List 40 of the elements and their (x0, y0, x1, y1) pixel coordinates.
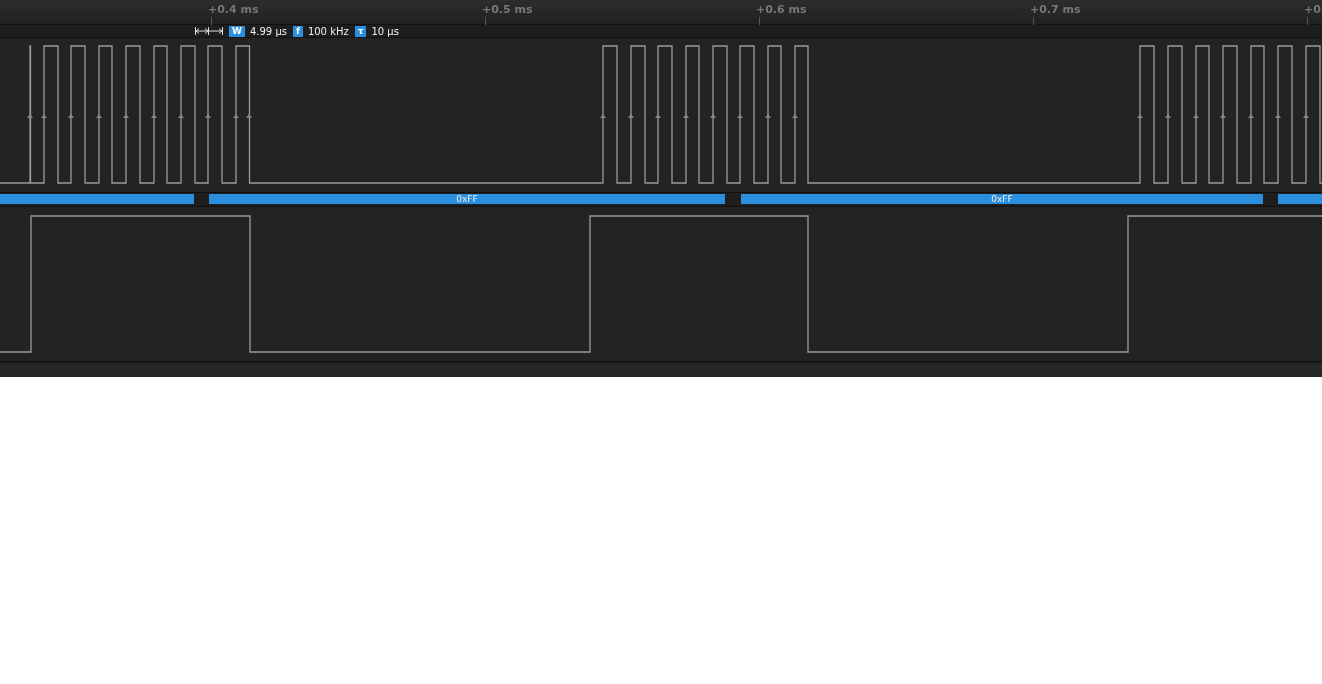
edge-marker-icon (628, 114, 634, 118)
measure-badge: τ (354, 25, 367, 37)
edge-marker-icon (1303, 114, 1309, 118)
edge-marker-icon (1220, 114, 1226, 118)
tick-label: +0.5 ms (482, 3, 533, 16)
measure-value: 100 kHz (307, 25, 349, 37)
measure-value: 4.99 µs (249, 25, 287, 37)
edge-marker-icon (27, 114, 33, 118)
tick-label: +0 (1304, 3, 1321, 16)
edge-marker-icon (1193, 114, 1199, 118)
tick-label: +0.6 ms (756, 3, 807, 16)
decoded-byte: 0xFF (209, 194, 725, 204)
measure-badge: W (229, 25, 245, 37)
edge-marker-icon (246, 114, 252, 118)
edge-marker-icon (737, 114, 743, 118)
measure-badge: f (292, 25, 303, 37)
edge-marker-icon (96, 114, 102, 118)
tick-label: +0.4 ms (208, 3, 259, 16)
width-measure-icon (195, 27, 223, 35)
edge-marker-icon (710, 114, 716, 118)
edge-marker-icon (178, 114, 184, 118)
decoded-byte: 0xFF (741, 194, 1263, 204)
edge-marker-icon (233, 114, 239, 118)
edge-marker-icon (765, 114, 771, 118)
edge-marker-icon (655, 114, 661, 118)
tick-label: +0.7 ms (1030, 3, 1081, 16)
edge-marker-icon (792, 114, 798, 118)
edge-marker-icon (1165, 114, 1171, 118)
edge-marker-icon (1248, 114, 1254, 118)
edge-marker-icon (41, 114, 47, 118)
decoded-segment (1278, 194, 1322, 204)
edge-marker-icon (1275, 114, 1281, 118)
edge-marker-icon (1137, 114, 1143, 118)
edge-marker-icon (205, 114, 211, 118)
measure-value: 10 µs (371, 25, 399, 37)
edge-marker-icon (151, 114, 157, 118)
edge-marker-icon (600, 114, 606, 118)
edge-marker-icon (68, 114, 74, 118)
edge-marker-icon (123, 114, 129, 118)
edge-marker-icon (683, 114, 689, 118)
